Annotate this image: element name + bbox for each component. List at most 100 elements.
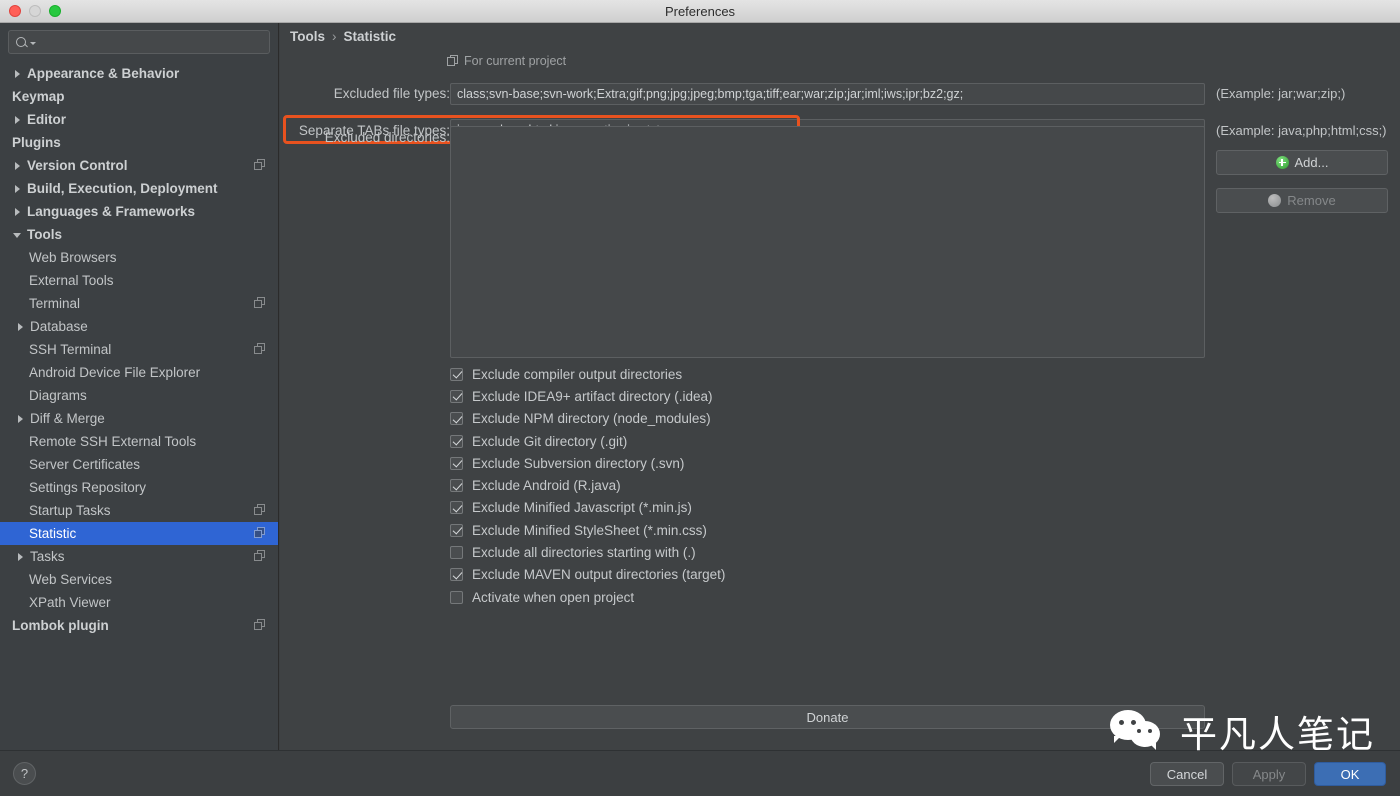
checkbox-label: Exclude all directories starting with (.… [472, 545, 696, 561]
ok-button-label: OK [1340, 766, 1360, 782]
sidebar-item-appearance-behavior[interactable]: Appearance & Behavior [0, 62, 278, 85]
zoom-window-button[interactable] [49, 5, 61, 17]
checkbox-row[interactable]: Exclude Minified Javascript (*.min.js) [450, 497, 725, 519]
checkbox-unchecked-icon[interactable] [450, 546, 463, 560]
checkbox-checked-icon[interactable] [450, 479, 463, 493]
checkbox-checked-icon[interactable] [450, 412, 463, 426]
sidebar-item-diff-merge[interactable]: Diff & Merge [0, 407, 278, 430]
excluded-file-types-label: Excluded file types: [333, 86, 450, 101]
sidebar-item-server-certificates[interactable]: Server Certificates [0, 453, 278, 476]
sidebar-item-version-control[interactable]: Version Control [0, 154, 278, 177]
checkbox-checked-icon[interactable] [450, 456, 463, 470]
donate-button[interactable]: Donate [450, 705, 1205, 729]
sidebar-item-label: Keymap [12, 89, 65, 104]
traffic-light-buttons[interactable] [9, 5, 61, 17]
sidebar-item-keymap[interactable]: Keymap [0, 85, 278, 108]
add-button[interactable]: Add... [1216, 150, 1388, 175]
checkbox-row[interactable]: Exclude compiler output directories [450, 363, 725, 385]
project-scope-label: For current project [464, 54, 567, 68]
checkbox-row[interactable]: Exclude Subversion directory (.svn) [450, 452, 725, 474]
sidebar-item-label: Diagrams [29, 388, 87, 403]
sidebar-item-label: Web Services [29, 572, 113, 587]
add-button-label: Add... [1294, 155, 1329, 170]
separate-tabs-file-types-hint: (Example: java;php;html;css;) [1216, 123, 1387, 138]
sidebar-item-label: Statistic [29, 526, 77, 541]
checkbox-checked-icon[interactable] [450, 523, 463, 537]
sidebar-item-languages-frameworks[interactable]: Languages & Frameworks [0, 200, 278, 223]
search-input[interactable] [36, 35, 263, 49]
checkbox-row[interactable]: Exclude IDEA9+ artifact directory (.idea… [450, 385, 725, 407]
sidebar-item-xpath-viewer[interactable]: XPath Viewer [0, 591, 278, 614]
sidebar-item-tools[interactable]: Tools [0, 223, 278, 246]
checkbox-label: Exclude compiler output directories [472, 366, 683, 382]
settings-main-panel: Tools › Statistic For current project Ex… [280, 23, 1400, 750]
chevron-right-icon[interactable] [12, 206, 24, 218]
remove-button[interactable]: Remove [1216, 188, 1388, 213]
checkbox-row[interactable]: Exclude Android (R.java) [450, 474, 725, 496]
chevron-right-icon[interactable] [15, 321, 27, 333]
checkbox-row[interactable]: Exclude MAVEN output directories (target… [450, 564, 725, 586]
sidebar-item-label: Server Certificates [29, 457, 141, 472]
checkbox-row[interactable]: Activate when open project [450, 586, 725, 608]
chevron-right-icon[interactable] [12, 160, 24, 172]
options-checkbox-list: Exclude compiler output directories Exclu… [450, 363, 725, 608]
sidebar-item-label: Lombok plugin [12, 618, 109, 633]
copy-settings-icon [254, 504, 266, 516]
search-box[interactable] [8, 30, 270, 54]
checkbox-checked-icon[interactable] [450, 367, 463, 381]
checkbox-label: Exclude Git directory (.git) [472, 433, 628, 449]
copy-settings-icon [254, 527, 266, 539]
sidebar-item-label: SSH Terminal [29, 342, 112, 357]
sidebar-item-plugins[interactable]: Plugins [0, 131, 278, 154]
sidebar-item-database[interactable]: Database [0, 315, 278, 338]
help-button[interactable]: ? [13, 762, 36, 785]
sidebar-item-terminal[interactable]: Terminal [0, 292, 278, 315]
sidebar-item-label: Tasks [30, 549, 65, 564]
sidebar-item-diagrams[interactable]: Diagrams [0, 384, 278, 407]
excluded-directories-textarea[interactable] [450, 126, 1205, 358]
checkbox-checked-icon[interactable] [450, 434, 463, 448]
sidebar-item-external-tools[interactable]: External Tools [0, 269, 278, 292]
chevron-right-icon[interactable] [15, 551, 27, 563]
chevron-right-icon[interactable] [12, 68, 24, 80]
apply-button[interactable]: Apply [1232, 762, 1306, 786]
checkbox-label: Exclude Subversion directory (.svn) [472, 455, 685, 471]
project-scope-indicator: For current project [447, 54, 566, 68]
excluded-file-types-input[interactable] [450, 83, 1205, 105]
chevron-down-icon[interactable] [12, 229, 24, 241]
checkbox-row[interactable]: Exclude Minified StyleSheet (*.min.css) [450, 519, 725, 541]
breadcrumb-parent[interactable]: Tools [290, 29, 325, 44]
sidebar-item-statistic[interactable]: Statistic [0, 522, 278, 545]
ok-button[interactable]: OK [1314, 762, 1386, 786]
sidebar-item-settings-repository[interactable]: Settings Repository [0, 476, 278, 499]
checkbox-row[interactable]: Exclude all directories starting with (.… [450, 541, 725, 563]
sidebar-item-tasks[interactable]: Tasks [0, 545, 278, 568]
sidebar-item-web-browsers[interactable]: Web Browsers [0, 246, 278, 269]
sidebar-item-lombok-plugin[interactable]: Lombok plugin [0, 614, 278, 637]
sidebar-item-build-execution-deployment[interactable]: Build, Execution, Deployment [0, 177, 278, 200]
copy-settings-icon [254, 343, 266, 355]
plus-icon [1275, 156, 1289, 169]
minimize-window-button[interactable] [29, 5, 41, 17]
checkbox-label: Exclude NPM directory (node_modules) [472, 411, 711, 427]
sidebar-item-android-device-file-explorer[interactable]: Android Device File Explorer [0, 361, 278, 384]
checkbox-label: Exclude Minified StyleSheet (*.min.css) [472, 522, 707, 538]
sidebar-item-startup-tasks[interactable]: Startup Tasks [0, 499, 278, 522]
sidebar-item-label: External Tools [29, 273, 114, 288]
sidebar-item-remote-ssh-external-tools[interactable]: Remote SSH External Tools [0, 430, 278, 453]
chevron-right-icon[interactable] [12, 183, 24, 195]
cancel-button[interactable]: Cancel [1150, 762, 1224, 786]
checkbox-checked-icon[interactable] [450, 389, 463, 403]
sidebar-item-web-services[interactable]: Web Services [0, 568, 278, 591]
sidebar-item-editor[interactable]: Editor [0, 108, 278, 131]
checkbox-unchecked-icon[interactable] [450, 590, 463, 604]
checkbox-checked-icon[interactable] [450, 568, 463, 582]
sidebar-search-wrap [0, 23, 278, 58]
checkbox-checked-icon[interactable] [450, 501, 463, 515]
checkbox-row[interactable]: Exclude NPM directory (node_modules) [450, 408, 725, 430]
chevron-right-icon[interactable] [15, 413, 27, 425]
sidebar-item-ssh-terminal[interactable]: SSH Terminal [0, 338, 278, 361]
chevron-right-icon[interactable] [12, 114, 24, 126]
checkbox-row[interactable]: Exclude Git directory (.git) [450, 430, 725, 452]
close-window-button[interactable] [9, 5, 21, 17]
